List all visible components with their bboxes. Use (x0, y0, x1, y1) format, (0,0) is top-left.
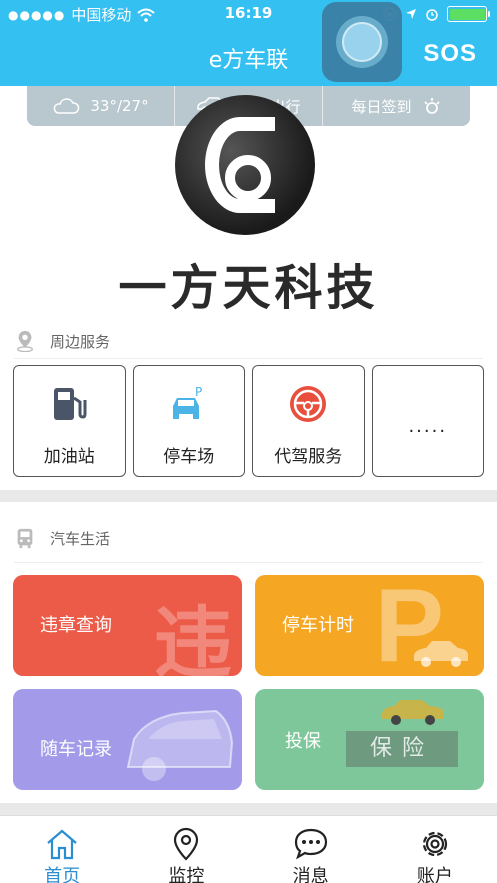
gear-icon (422, 831, 447, 857)
vehicle-record-card[interactable]: 随车记录 (13, 689, 242, 790)
more-services-button[interactable]: ..... (371, 365, 484, 477)
card-label: 停车计时 (282, 615, 354, 636)
app-header: ●●●●● 中国移动 16:19 e方车联 SOS (0, 0, 497, 86)
company-logo (175, 95, 315, 235)
car-deco-icon (126, 709, 234, 781)
card-label: 随车记录 (40, 739, 112, 760)
card-label: 投保 (285, 731, 321, 752)
battery-icon (447, 6, 490, 22)
nearby-services: 加油站 P 停车场 代驾服务 ..... (13, 365, 484, 477)
checkin-label: 每日签到 (351, 97, 412, 116)
chat-bubble-icon (294, 828, 327, 860)
service-label: 加油站 (43, 447, 95, 467)
insurance-card[interactable]: 保险 投保 (255, 689, 484, 790)
weather-cell: 33°/27° (27, 86, 175, 126)
location-pin-icon (16, 330, 34, 352)
violation-deco: 违 (153, 599, 232, 676)
designated-driver-button[interactable]: 代驾服务 (252, 365, 365, 477)
temperature: 33°/27° (90, 97, 149, 115)
nav-home[interactable]: 首页 (0, 816, 124, 883)
violation-query-card[interactable]: 违 违章查询 (13, 575, 242, 676)
bus-icon (17, 528, 33, 549)
steering-wheel-icon (290, 386, 327, 422)
nav-label: 消息 (292, 866, 329, 883)
nearby-section-header: 周边服务 (14, 330, 110, 352)
insured-car-icon (382, 700, 444, 725)
bottom-navigation: 首页 监控 消息 账户 (0, 815, 497, 883)
alarm-icon (426, 9, 438, 21)
parking-car-icon: P (172, 385, 202, 419)
gas-station-button[interactable]: 加油站 (13, 365, 126, 477)
service-label: 代驾服务 (274, 447, 343, 467)
section-title: 汽车生活 (50, 529, 111, 548)
svg-text:P: P (195, 385, 202, 399)
nav-label: 账户 (416, 866, 453, 883)
nav-account[interactable]: 账户 (373, 816, 497, 883)
section-gap (0, 803, 497, 815)
card-label: 违章查询 (40, 615, 112, 636)
insurance-deco: 保险 (346, 731, 458, 767)
company-name: 一方天科技 (118, 260, 379, 316)
more-icon: ..... (408, 416, 448, 437)
gas-station-icon (54, 388, 87, 420)
sos-button[interactable]: SOS (423, 40, 477, 68)
cloud-icon (54, 98, 80, 114)
section-title: 周边服务 (50, 332, 111, 351)
location-pin-icon (174, 827, 199, 861)
section-divider (14, 562, 483, 563)
section-divider (14, 358, 483, 359)
status-bar: ●●●●● 中国移动 16:19 (0, 4, 497, 26)
sun-smile-icon (423, 98, 440, 114)
parking-timer-card[interactable]: P 停车计时 (255, 575, 484, 676)
service-label: 停车场 (163, 447, 215, 467)
nav-messages[interactable]: 消息 (249, 816, 373, 883)
location-arrow-icon (406, 9, 416, 19)
parking-lot-button[interactable]: P 停车场 (132, 365, 245, 477)
nav-label: 监控 (168, 866, 205, 883)
nav-monitor[interactable]: 监控 (124, 816, 248, 883)
section-gap (0, 490, 497, 502)
home-icon (47, 829, 77, 860)
nav-label: 首页 (44, 866, 81, 883)
carlife-section-header: 汽车生活 (14, 527, 110, 549)
checkin-button[interactable]: 每日签到 (323, 86, 470, 126)
car-deco-icon (414, 641, 468, 667)
assistive-touch-button[interactable] (322, 2, 402, 82)
